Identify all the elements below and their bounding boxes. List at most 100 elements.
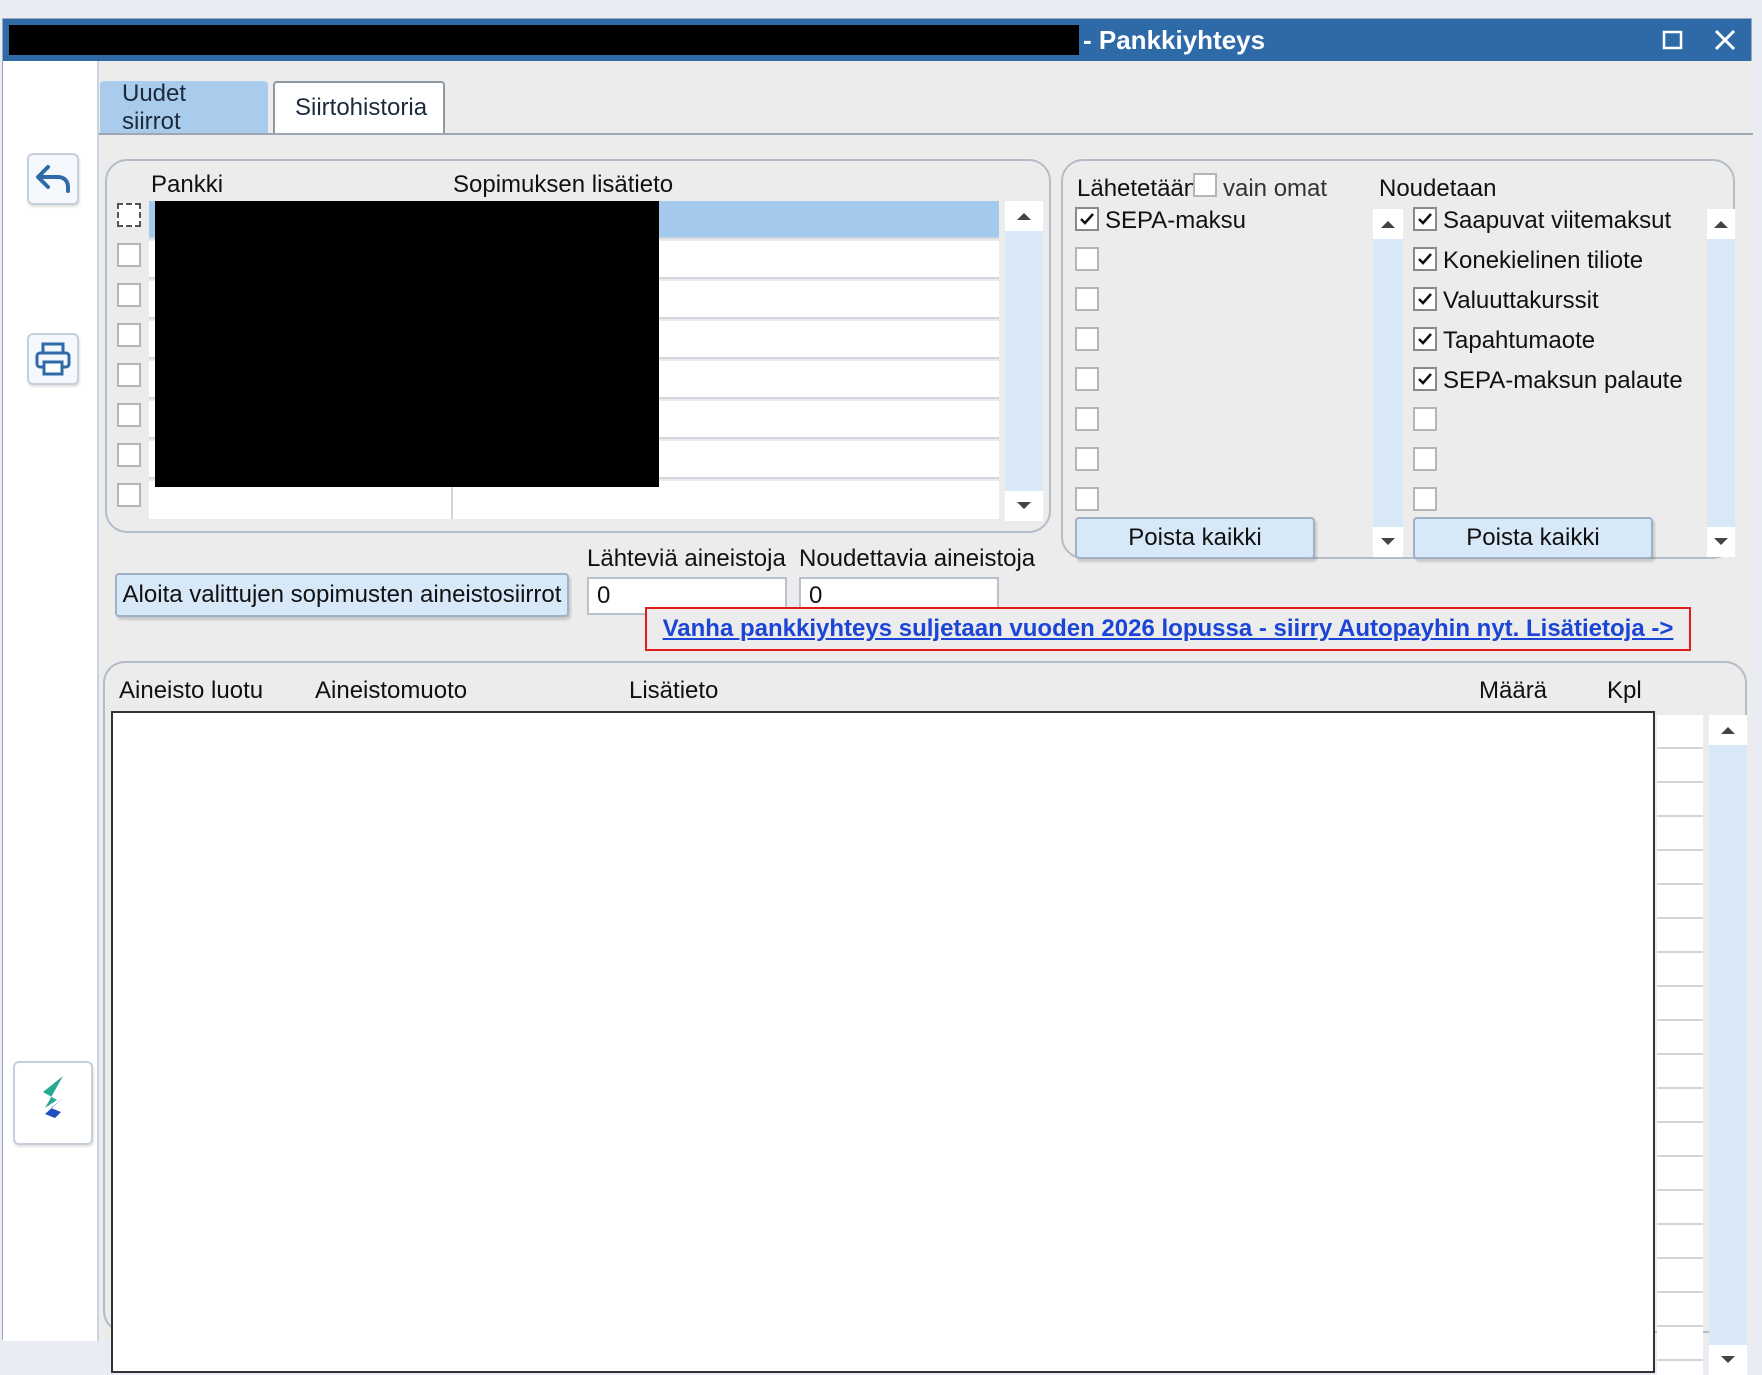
column-header-aineistomuoto: Aineistomuoto (315, 677, 468, 704)
tab-siirtohistoria[interactable]: Siirtohistoria (273, 81, 445, 133)
count-cell (1657, 1021, 1703, 1055)
migration-notice-link[interactable]: Vanha pankkiyhteys suljetaan vuoden 2026… (663, 615, 1674, 643)
fetch-item-checkbox[interactable] (1413, 447, 1437, 471)
send-label: Lähetetään (1077, 175, 1198, 202)
checkmark-icon (1418, 213, 1432, 225)
bank-connection-window: - Pankkiyhteys Uudet siirrot Siirtohisto… (2, 18, 1753, 1375)
checkmark-icon (1080, 213, 1094, 225)
checkmark-icon (1418, 373, 1432, 385)
column-header-maara: Määrä (1479, 677, 1548, 704)
title-bar: - Pankkiyhteys (3, 19, 1751, 61)
scroll-up-icon[interactable] (1373, 209, 1403, 239)
fetch-label: Noudetaan (1379, 175, 1497, 202)
count-cell (1657, 1225, 1703, 1259)
checkmark-icon (1418, 333, 1432, 345)
outgoing-label: Lähteviä aineistoja (587, 545, 786, 572)
tab-divider (99, 133, 1753, 135)
contracts-scrollbar[interactable] (1005, 201, 1043, 521)
fetch-item-checkbox[interactable] (1413, 407, 1437, 431)
send-item-checkbox[interactable] (1075, 407, 1099, 431)
printer-icon (35, 342, 71, 376)
count-cell (1657, 1191, 1703, 1225)
tab-uudet-siirrot[interactable]: Uudet siirrot (100, 80, 268, 135)
count-cell (1657, 851, 1703, 885)
fetch-item-checkbox[interactable] (1413, 207, 1437, 231)
materials-scrollbar[interactable] (1709, 715, 1747, 1375)
count-cell (1657, 1293, 1703, 1327)
scroll-up-icon[interactable] (1709, 715, 1747, 745)
print-button[interactable] (27, 333, 79, 385)
scroll-up-icon[interactable] (1707, 209, 1735, 239)
count-cell (1657, 1123, 1703, 1157)
redacted-contracts (155, 201, 659, 487)
count-cell (1657, 1259, 1703, 1293)
close-icon (1714, 29, 1736, 51)
count-cell (1657, 715, 1703, 749)
column-header-sopimuksen-lisatieto: Sopimuksen lisätieto (453, 171, 674, 198)
scroll-up-icon[interactable] (1005, 201, 1043, 231)
fetch-item-checkbox[interactable] (1413, 247, 1437, 271)
own-only-label: vain omat (1223, 175, 1328, 202)
send-fetch-panel: Lähetetään vain omat Noudetaan SEPA-maks… (1061, 159, 1735, 559)
send-item-checkbox[interactable] (1075, 367, 1099, 391)
back-button[interactable] (27, 153, 79, 205)
fetch-item-label: Konekielinen tiliote (1443, 247, 1644, 274)
send-scrollbar[interactable] (1373, 209, 1403, 557)
count-cell (1657, 1089, 1703, 1123)
contract-row-checkbox[interactable] (117, 323, 141, 347)
own-only-checkbox[interactable] (1193, 173, 1217, 197)
fetch-item-checkbox[interactable] (1413, 327, 1437, 351)
fetch-item-checkbox[interactable] (1413, 367, 1437, 391)
fetch-item-label: Valuuttakurssit (1443, 287, 1599, 314)
scroll-down-icon[interactable] (1709, 1345, 1747, 1375)
migration-notice: Vanha pankkiyhteys suljetaan vuoden 2026… (645, 607, 1691, 651)
contracts-panel: Pankki Sopimuksen lisätieto (105, 159, 1051, 533)
checkmark-icon (1418, 253, 1432, 265)
send-item-checkbox[interactable] (1075, 207, 1099, 231)
fetch-item-label: Tapahtumaote (1443, 327, 1596, 354)
count-cell (1657, 1055, 1703, 1089)
send-item-label: SEPA-maksu (1105, 207, 1246, 234)
materials-table[interactable] (111, 711, 1655, 1373)
count-cell (1657, 953, 1703, 987)
fetch-item-label: Saapuvat viitemaksut (1443, 207, 1672, 234)
column-header-aineisto-luotu: Aineisto luotu (119, 677, 264, 704)
fetch-clear-all-button[interactable]: Poista kaikki (1413, 517, 1653, 559)
contract-row-checkbox[interactable] (117, 443, 141, 467)
scroll-down-icon[interactable] (1005, 491, 1043, 521)
count-cell (1657, 987, 1703, 1021)
contract-row-checkbox[interactable] (117, 283, 141, 307)
scroll-down-icon[interactable] (1707, 527, 1735, 557)
scroll-down-icon[interactable] (1373, 527, 1403, 557)
contract-row-checkbox[interactable] (117, 243, 141, 267)
fetch-scrollbar[interactable] (1707, 209, 1735, 557)
send-item-checkbox[interactable] (1075, 447, 1099, 471)
count-cell (1657, 783, 1703, 817)
send-item-checkbox[interactable] (1075, 247, 1099, 271)
send-item-checkbox[interactable] (1075, 487, 1099, 511)
app-logo-icon (43, 1076, 63, 1130)
contract-row-checkbox[interactable] (117, 483, 141, 507)
column-header-pankki: Pankki (151, 171, 224, 198)
start-transfers-button[interactable]: Aloita valittujen sopimusten aineistosii… (115, 573, 569, 617)
maximize-icon (1662, 30, 1683, 50)
close-button[interactable] (1707, 23, 1743, 57)
contract-row-checkbox[interactable] (117, 403, 141, 427)
fetch-item-checkbox[interactable] (1413, 287, 1437, 311)
count-cell (1657, 919, 1703, 953)
count-cell (1657, 885, 1703, 919)
redacted-title (9, 25, 1079, 55)
fetch-item-checkbox[interactable] (1413, 487, 1437, 511)
contract-row-checkbox[interactable] (117, 363, 141, 387)
send-clear-all-button[interactable]: Poista kaikki (1075, 517, 1315, 559)
send-item-checkbox[interactable] (1075, 287, 1099, 311)
maximize-button[interactable] (1655, 23, 1691, 57)
contract-row-checkbox[interactable] (117, 203, 141, 227)
main-area: Uudet siirrot Siirtohistoria Pankki Sopi… (99, 61, 1753, 1375)
count-cell (1657, 749, 1703, 783)
count-cell (1657, 1157, 1703, 1191)
app-logo-button[interactable] (13, 1061, 93, 1145)
send-item-checkbox[interactable] (1075, 327, 1099, 351)
incoming-label: Noudettavia aineistoja (799, 545, 1036, 572)
checkmark-icon (1418, 293, 1432, 305)
